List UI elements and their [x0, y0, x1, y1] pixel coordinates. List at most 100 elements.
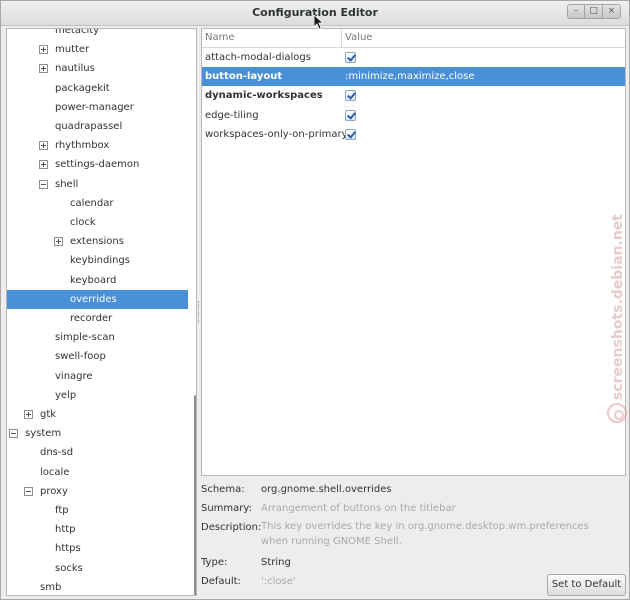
collapse-icon[interactable]	[24, 486, 33, 496]
tree-item-label: simple-scan	[55, 332, 115, 344]
tree-item-settings-daemon[interactable]: settings-daemon	[7, 155, 188, 174]
tree-item-label: metacity	[55, 28, 100, 36]
key-name: dynamic-workspaces	[205, 90, 323, 102]
expand-icon[interactable]	[24, 410, 33, 419]
tree-item-label: https	[55, 543, 81, 555]
default-value: ':close'	[261, 576, 296, 587]
key-name: attach-modal-dialogs	[205, 52, 311, 63]
tree-item-keybindings[interactable]: keybindings	[7, 251, 188, 270]
tree-scrollbar[interactable]	[194, 395, 196, 595]
tree-item-label: smb	[40, 581, 62, 593]
key-value[interactable]: :minimize,maximize,close	[345, 67, 475, 86]
tree-item-power-manager[interactable]: power-manager	[7, 98, 188, 117]
expand-icon[interactable]	[54, 237, 63, 247]
tree-item-yelp[interactable]: yelp	[7, 386, 188, 405]
tree-item-extensions[interactable]: extensions	[7, 232, 188, 251]
key-name: button-layout	[205, 71, 283, 83]
key-row-dynamic-workspaces[interactable]: dynamic-workspaces	[202, 86, 625, 105]
description-value: This key overrides the key in org.gnome.…	[261, 521, 589, 547]
column-header-value[interactable]: Value	[345, 32, 372, 43]
value-checkbox[interactable]	[345, 109, 356, 121]
tree-item-vinagre[interactable]: vinagre	[7, 367, 188, 386]
tree-item-http[interactable]: http	[7, 520, 188, 539]
tree-item-gtk[interactable]: gtk	[7, 405, 188, 424]
tree-item-smb[interactable]: smb	[7, 578, 188, 595]
tree-item-socks[interactable]: socks	[7, 559, 188, 578]
tree-item-packagekit[interactable]: packagekit	[7, 79, 188, 98]
tree-item-https[interactable]: https	[7, 539, 188, 558]
tree-item-ftp[interactable]: ftp	[7, 501, 188, 520]
tree-item-shell[interactable]: shell	[7, 175, 188, 194]
schema-label: Schema:	[201, 484, 245, 495]
tree-item-label: mutter	[55, 44, 90, 56]
tree-item-label: keybindings	[70, 255, 130, 267]
tree-item-system[interactable]: system	[7, 424, 188, 443]
type-label: Type:	[201, 557, 228, 568]
tree-item-calendar[interactable]: calendar	[7, 194, 188, 213]
tree-item-label: proxy	[40, 485, 68, 497]
value-checkbox[interactable]	[345, 52, 356, 63]
expand-icon[interactable]	[39, 64, 48, 74]
key-row-attach-modal-dialogs[interactable]: attach-modal-dialogs	[202, 48, 625, 67]
tree-item-label: clock	[70, 217, 96, 228]
set-to-default-button[interactable]: Set to Default	[547, 574, 626, 596]
tree-item-label: system	[25, 428, 62, 440]
key-name: workspaces-only-on-primary	[205, 128, 348, 140]
tree-item-label: overrides	[70, 293, 117, 305]
default-label: Default:	[201, 576, 241, 587]
window-controls: – □ ×	[567, 4, 621, 19]
tree-item-label: http	[55, 524, 76, 536]
tree-item-recorder[interactable]: recorder	[7, 309, 188, 328]
tree-item-metacity[interactable]: metacity	[7, 28, 188, 40]
tree-item-proxy[interactable]: proxy	[7, 482, 188, 501]
minimize-button[interactable]: –	[567, 4, 585, 19]
tree-item-label: rhythmbox	[55, 140, 110, 152]
tree-item-simple-scan[interactable]: simple-scan	[7, 328, 188, 347]
pane-divider-handle[interactable]	[198, 301, 200, 323]
expand-icon[interactable]	[39, 45, 48, 55]
collapse-icon[interactable]	[9, 429, 18, 439]
close-button[interactable]: ×	[603, 4, 621, 19]
expand-icon[interactable]	[39, 160, 48, 170]
tree-item-label: recorder	[70, 313, 113, 324]
value-checkbox[interactable]	[345, 90, 356, 102]
tree-item-label: locale	[40, 466, 70, 478]
tree-item-rhythmbox[interactable]: rhythmbox	[7, 136, 188, 155]
tree-item-label: ftp	[55, 505, 69, 516]
tree-item-label: calendar	[70, 197, 114, 209]
column-separator	[341, 29, 342, 48]
watermark-text: screenshots.debian.net	[610, 214, 626, 400]
key-row-edge-tiling[interactable]: edge-tiling	[202, 106, 625, 125]
expand-icon[interactable]	[39, 141, 48, 151]
tree-item-clock[interactable]: clock	[7, 213, 188, 232]
key-row-button-layout[interactable]: button-layout :minimize,maximize,close	[202, 67, 625, 87]
value-checkbox[interactable]	[345, 128, 356, 140]
tree-item-overrides[interactable]: overrides	[7, 289, 188, 309]
tree-item-swell-foop[interactable]: swell-foop	[7, 347, 188, 366]
type-value: String	[261, 557, 291, 568]
summary-value: Arrangement of buttons on the titlebar	[261, 503, 456, 514]
schema-tree[interactable]: metacity mutter nautilus packagekit power-ma…	[6, 28, 197, 596]
collapse-icon[interactable]	[39, 179, 48, 189]
tree-item-label: socks	[55, 562, 83, 574]
tree-item-label: keyboard	[70, 274, 117, 286]
key-name: edge-tiling	[205, 109, 259, 121]
tree-item-dns-sd[interactable]: dns-sd	[7, 443, 188, 462]
tree-item-label: dns-sd	[40, 447, 74, 459]
tree-item-label: yelp	[55, 389, 77, 401]
column-header-name[interactable]: Name	[205, 32, 235, 43]
description-label: Description:	[201, 522, 262, 533]
tree-item-quadrapassel[interactable]: quadrapassel	[7, 117, 188, 136]
tree-item-label: power-manager	[55, 101, 134, 113]
maximize-button[interactable]: □	[585, 4, 603, 19]
configuration-editor-window: Configuration Editor – □ × metacity mutte…	[0, 0, 630, 600]
tree-item-mutter[interactable]: mutter	[7, 40, 188, 59]
key-row-workspaces-only-on-primary[interactable]: workspaces-only-on-primary	[202, 125, 625, 144]
tree-item-locale[interactable]: locale	[7, 463, 188, 482]
tree-item-nautilus[interactable]: nautilus	[7, 59, 188, 78]
tree-item-label: quadrapassel	[55, 121, 123, 132]
tree-item-label: vinagre	[55, 370, 93, 382]
key-list[interactable]: Name Value attach-modal-dialogs button-la…	[201, 28, 626, 476]
tree-item-keyboard[interactable]: keyboard	[7, 271, 188, 290]
tree-item-label: shell	[55, 178, 79, 190]
